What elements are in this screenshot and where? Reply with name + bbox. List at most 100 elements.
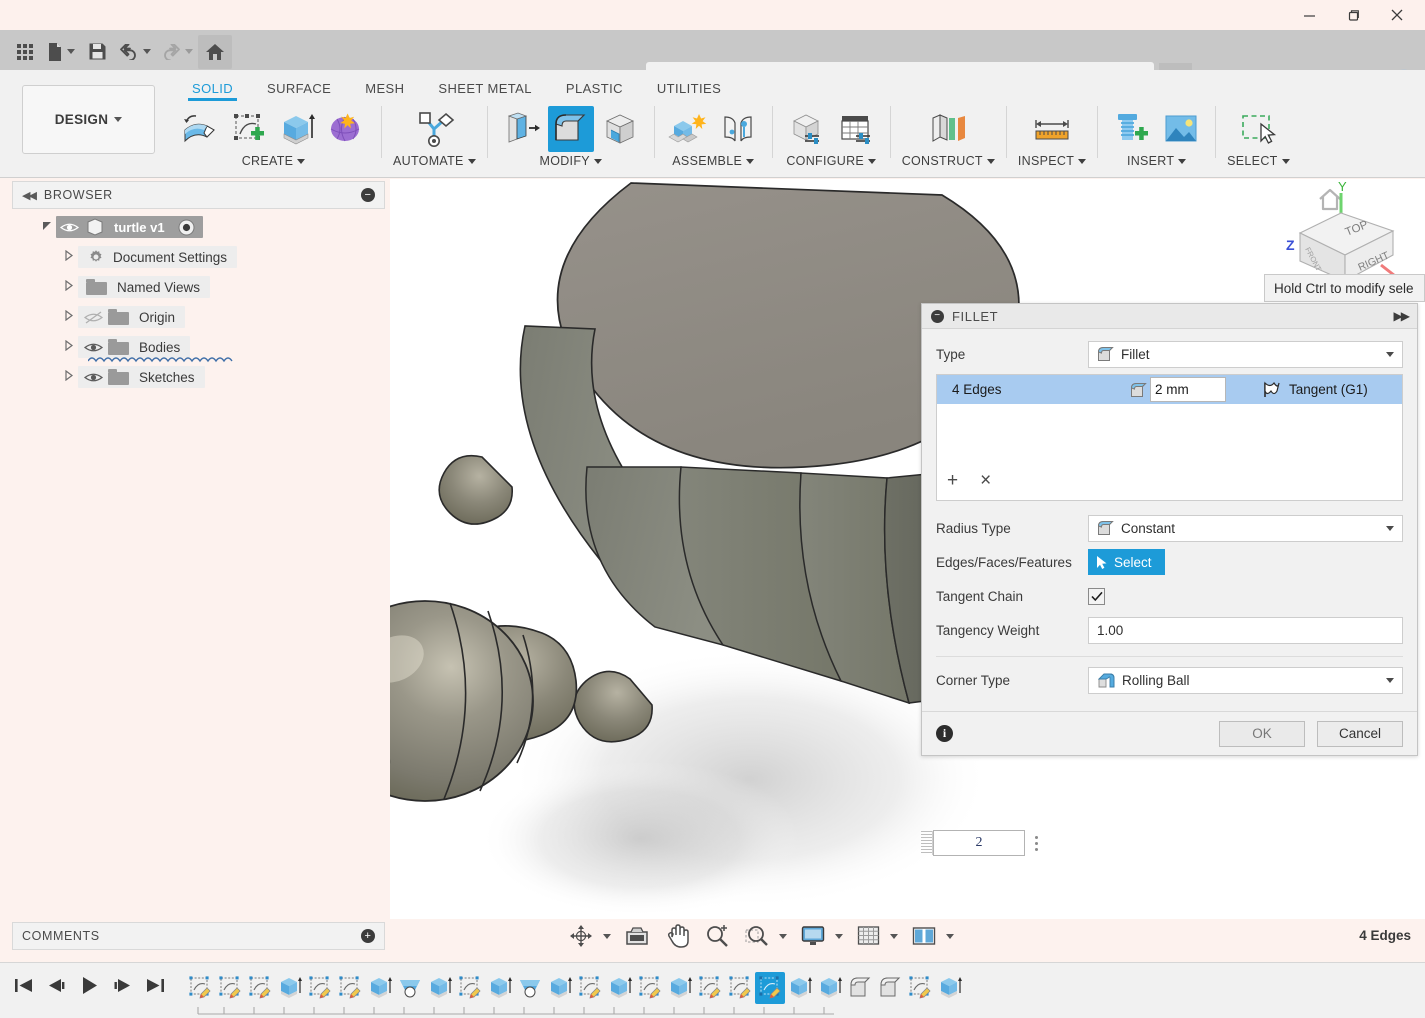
timeline-feature-sketch[interactable] <box>695 972 725 1004</box>
browser-item-bodies[interactable]: Bodies <box>12 335 385 363</box>
look-at-icon[interactable] <box>621 921 653 951</box>
tab-mesh[interactable]: MESH <box>348 74 421 100</box>
timeline-feature-extrude[interactable] <box>605 972 635 1004</box>
zoom-window-icon[interactable] <box>741 921 773 951</box>
timeline-feature-extrude[interactable] <box>485 972 515 1004</box>
chevron-down-icon[interactable] <box>1386 677 1394 683</box>
browser-minimize-icon[interactable]: − <box>361 188 375 202</box>
new-component-icon[interactable] <box>666 106 712 152</box>
edge-radius-input[interactable] <box>1150 377 1226 402</box>
insert-canvas-icon[interactable] <box>1158 106 1204 152</box>
file-menu-button[interactable] <box>42 35 80 69</box>
timeline-feature-sketch[interactable] <box>725 972 755 1004</box>
dimension-manipulator[interactable] <box>921 829 1047 857</box>
zoom-window-caret-icon[interactable] <box>779 933 787 939</box>
skip-start-icon[interactable] <box>14 977 33 999</box>
expand-arrow-icon[interactable] <box>60 279 78 294</box>
expand-arrow-icon[interactable] <box>60 339 78 354</box>
window-close-button[interactable] <box>1375 0 1419 30</box>
expand-arrow-icon[interactable] <box>60 369 78 384</box>
cancel-button[interactable]: Cancel <box>1317 720 1403 747</box>
shell-icon[interactable] <box>597 106 643 152</box>
timeline-feature-extrude[interactable] <box>545 972 575 1004</box>
timeline-feature-sketch[interactable] <box>215 972 245 1004</box>
timeline-feature-fillet[interactable] <box>845 972 875 1004</box>
chevron-down-icon[interactable] <box>1386 525 1394 531</box>
create-sketch-icon[interactable] <box>226 106 272 152</box>
configure-icon[interactable] <box>784 106 830 152</box>
redo-button[interactable] <box>156 35 198 69</box>
dialog-expand-icon[interactable]: ▶▶ <box>1394 309 1411 323</box>
tab-sheet-metal[interactable]: SHEET METAL <box>421 74 549 100</box>
timeline-feature-revolve[interactable] <box>515 972 545 1004</box>
drag-grip-icon[interactable] <box>921 831 933 855</box>
play-icon[interactable] <box>80 976 99 1000</box>
fillet-dialog-header[interactable]: − FILLET ▶▶ <box>922 304 1417 329</box>
timeline-feature-sketch[interactable] <box>635 972 665 1004</box>
workspace-selector[interactable]: DESIGN <box>22 85 155 154</box>
expand-arrow-icon[interactable] <box>60 309 78 324</box>
select-icon[interactable] <box>1235 106 1281 152</box>
offset-plane-icon[interactable] <box>925 106 971 152</box>
timeline-feature-extrude[interactable] <box>665 972 695 1004</box>
tab-surface[interactable]: SURFACE <box>250 74 348 100</box>
timeline-feature-revolve[interactable] <box>395 972 425 1004</box>
viewports-icon[interactable] <box>908 921 940 951</box>
automate-icon[interactable] <box>411 106 457 152</box>
orbit-caret-icon[interactable] <box>603 933 611 939</box>
browser-header[interactable]: ◀◀ BROWSER − <box>12 181 385 209</box>
ok-button[interactable]: OK <box>1219 720 1305 747</box>
add-comment-icon[interactable]: + <box>361 929 375 943</box>
window-minimize-button[interactable] <box>1287 0 1331 30</box>
timeline-feature-sketch[interactable] <box>455 972 485 1004</box>
manipulator-more-icon[interactable] <box>1025 835 1047 851</box>
step-forward-icon[interactable] <box>113 977 132 999</box>
skip-end-icon[interactable] <box>146 977 165 999</box>
remove-selection-button[interactable]: × <box>980 470 991 492</box>
browser-item-sketches[interactable]: Sketches <box>12 365 385 389</box>
window-maximize-button[interactable] <box>1331 0 1375 30</box>
timeline-feature-extrude[interactable] <box>275 972 305 1004</box>
dialog-minimize-icon[interactable]: − <box>931 309 944 323</box>
browser-item-named-views[interactable]: Named Views <box>12 275 385 299</box>
step-back-icon[interactable] <box>47 977 66 999</box>
comments-panel[interactable]: COMMENTS + <box>12 922 385 950</box>
timeline-feature-sketch[interactable] <box>305 972 335 1004</box>
timeline-feature-extrude[interactable] <box>365 972 395 1004</box>
zoom-in-icon[interactable] <box>701 921 733 951</box>
browser-item-origin[interactable]: Origin <box>12 305 385 329</box>
viewports-caret-icon[interactable] <box>946 933 954 939</box>
display-settings-icon[interactable] <box>797 921 829 951</box>
configure-table-icon[interactable] <box>833 106 879 152</box>
type-dropdown[interactable]: Fillet <box>1088 340 1403 368</box>
visibility-eye-icon[interactable] <box>56 221 82 234</box>
timeline-feature-selected[interactable] <box>755 972 785 1004</box>
add-selection-button[interactable]: + <box>947 470 958 492</box>
data-panel-grid-icon[interactable] <box>8 35 42 69</box>
home-button[interactable] <box>198 34 232 69</box>
fillet-icon[interactable] <box>547 106 594 152</box>
select-button[interactable]: Select <box>1088 549 1165 575</box>
create-form-icon[interactable] <box>324 106 370 152</box>
timeline-feature-sketch[interactable] <box>185 972 215 1004</box>
info-icon[interactable]: i <box>936 725 953 742</box>
insert-mcmaster-icon[interactable] <box>1109 106 1155 152</box>
measure-icon[interactable] <box>1029 106 1075 152</box>
timeline-feature-extrude[interactable] <box>935 972 965 1004</box>
tangency-weight-input[interactable]: 1.00 <box>1088 616 1403 644</box>
corner-type-dropdown[interactable]: Rolling Ball <box>1088 666 1403 694</box>
extrude-icon[interactable] <box>275 106 321 152</box>
tab-utilities[interactable]: UTILITIES <box>640 74 738 100</box>
revolve-icon[interactable] <box>177 106 223 152</box>
tab-plastic[interactable]: PLASTIC <box>549 74 640 100</box>
grid-snaps-caret-icon[interactable] <box>890 933 898 939</box>
browser-collapse-icon[interactable]: ◀◀ <box>22 189 37 202</box>
browser-item-turtle[interactable]: turtle v1 <box>12 215 385 239</box>
active-component-radio-icon[interactable] <box>175 219 199 236</box>
timeline-feature-extrude[interactable] <box>425 972 455 1004</box>
browser-item-document-settings[interactable]: Document Settings <box>12 245 385 269</box>
joint-icon[interactable] <box>715 106 761 152</box>
pan-icon[interactable] <box>663 921 693 951</box>
orbit-icon[interactable] <box>565 921 597 951</box>
expand-arrow-icon[interactable] <box>60 249 78 264</box>
